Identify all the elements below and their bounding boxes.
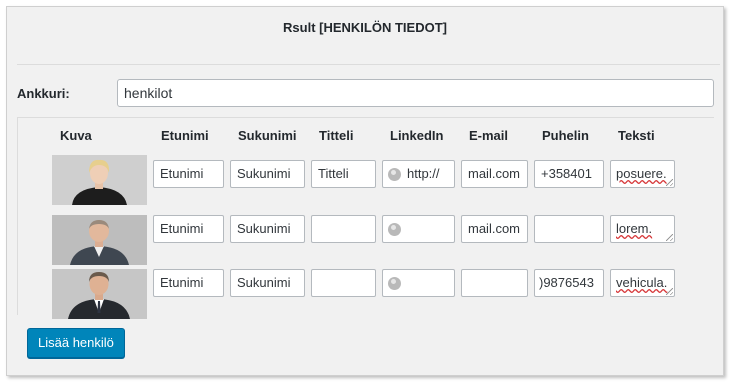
panel-title: Rsult [HENKILÖN TIEDOT] <box>283 20 447 35</box>
column-header-titteli: Titteli <box>319 128 354 143</box>
people-table: Kuva Etunimi Sukunimi Titteli LinkedIn E… <box>17 117 714 319</box>
last-name-input[interactable]: Sukunimi <box>230 160 305 188</box>
phone-input[interactable] <box>534 215 604 243</box>
first-name-input[interactable]: Etunimi <box>153 215 224 243</box>
globe-icon <box>388 223 401 236</box>
person-photo[interactable] <box>52 215 147 265</box>
globe-icon <box>388 168 401 181</box>
anchor-label: Ankkuri: <box>17 86 70 101</box>
text-textarea[interactable]: posuere. <box>610 160 675 188</box>
resize-grip-icon[interactable] <box>666 179 673 186</box>
phone-input[interactable]: +358401 <box>534 160 604 188</box>
linkedin-input[interactable] <box>382 269 455 297</box>
linkedin-input[interactable]: http:// <box>382 160 455 188</box>
title-input[interactable] <box>311 269 376 297</box>
first-name-input[interactable]: Etunimi <box>153 269 224 297</box>
column-header-kuva: Kuva <box>60 128 92 143</box>
add-person-button[interactable]: Lisää henkilö <box>27 328 125 358</box>
first-name-input[interactable]: Etunimi <box>153 160 224 188</box>
person-photo[interactable] <box>52 155 147 205</box>
phone-input[interactable]: )9876543 <box>534 269 604 297</box>
metabox-panel: Rsult [HENKILÖN TIEDOT] Ankkuri: Kuva Et… <box>6 6 724 376</box>
anchor-input[interactable] <box>117 79 714 107</box>
resize-grip-icon[interactable] <box>666 234 673 241</box>
text-value: vehicula. <box>616 275 668 290</box>
text-value: lorem. <box>616 221 653 236</box>
text-textarea[interactable]: vehicula. <box>610 269 675 297</box>
title-input[interactable] <box>311 215 376 243</box>
linkedin-input[interactable] <box>382 215 455 243</box>
title-input[interactable]: Titteli <box>311 160 376 188</box>
column-header-etunimi: Etunimi <box>161 128 209 143</box>
text-value: posuere. <box>616 166 667 181</box>
person-photo[interactable] <box>52 269 147 319</box>
email-input[interactable]: mail.com <box>461 215 528 243</box>
resize-grip-icon[interactable] <box>666 288 673 295</box>
email-input[interactable] <box>461 269 528 297</box>
column-header-linkedin: LinkedIn <box>390 128 444 143</box>
last-name-input[interactable]: Sukunimi <box>230 215 305 243</box>
column-header-sukunimi: Sukunimi <box>238 128 297 143</box>
column-header-puhelin: Puhelin <box>542 128 589 143</box>
last-name-input[interactable]: Sukunimi <box>230 269 305 297</box>
linkedin-value: http:// <box>407 166 440 181</box>
globe-icon <box>388 277 401 290</box>
text-textarea[interactable]: lorem. <box>610 215 675 243</box>
column-header-email: E-mail <box>469 128 509 143</box>
column-header-teksti: Teksti <box>618 128 655 143</box>
email-input[interactable]: mail.com <box>461 160 528 188</box>
divider <box>17 64 720 65</box>
